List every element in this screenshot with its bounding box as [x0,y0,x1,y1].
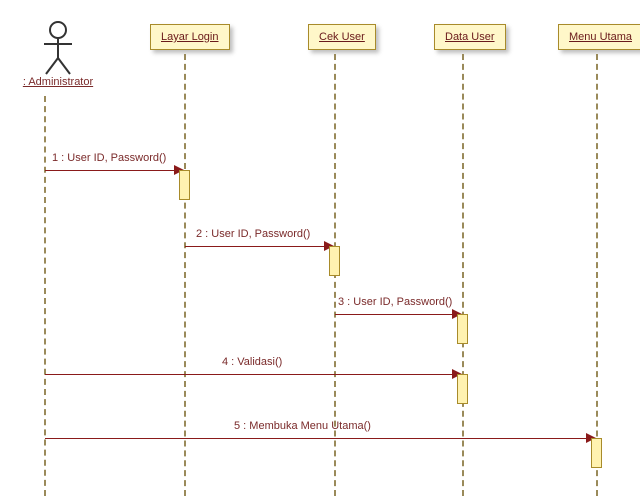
activation-cek-user [329,246,340,276]
stickman-icon [38,20,78,76]
message-4-line [45,374,454,375]
lifeline-header-data-user: Data User [434,24,506,50]
message-5-line [45,438,588,439]
activation-layar-login [179,170,190,200]
lifeline-layar-login [184,54,186,496]
lifeline-menu-utama [596,54,598,496]
message-2-label: 2 : User ID, Password() [196,228,310,240]
actor-administrator: : Administrator [18,20,98,88]
message-1-line [45,170,176,171]
lifeline-header-menu-utama: Menu Utama [558,24,640,50]
activation-data-user-1 [457,314,468,344]
lifeline-data-user [462,54,464,496]
message-5-label: 5 : Membuka Menu Utama() [234,420,371,432]
sequence-diagram: : Administrator Layar Login Cek User Dat… [0,0,640,504]
message-3-label: 3 : User ID, Password() [338,296,452,308]
message-2-line [185,246,326,247]
message-4-label: 4 : Validasi() [222,356,282,368]
message-1-label: 1 : User ID, Password() [52,152,166,164]
message-3-line [335,314,454,315]
lifeline-actor [44,96,46,496]
lifeline-header-cek-user: Cek User [308,24,376,50]
activation-menu-utama [591,438,602,468]
activation-data-user-2 [457,374,468,404]
lifeline-header-layar-login: Layar Login [150,24,230,50]
actor-label: : Administrator [18,76,98,88]
